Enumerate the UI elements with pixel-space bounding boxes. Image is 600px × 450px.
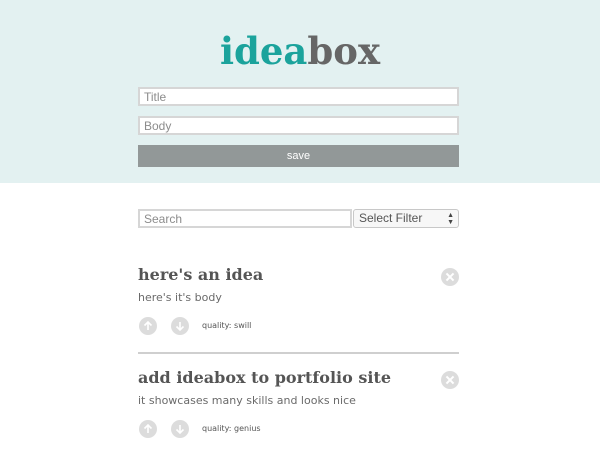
idea-body[interactable]: it showcases many skills and looks nice (138, 394, 356, 407)
select-arrows-icon: ▲ ▼ (447, 212, 454, 226)
logo-idea: idea (219, 29, 308, 73)
arrow-up-circle-icon[interactable] (139, 317, 157, 335)
logo-box: box (307, 29, 381, 73)
logo: ideabox (0, 30, 600, 72)
search-input[interactable] (138, 209, 352, 228)
close-circle-icon[interactable] (441, 371, 459, 389)
arrow-up-circle-icon[interactable] (139, 420, 157, 438)
divider (138, 352, 459, 354)
filter-select[interactable]: Select Filter ▲ ▼ (353, 209, 459, 228)
save-button[interactable]: save (138, 145, 459, 167)
idea-card: here's an idea here's it's body quality:… (138, 265, 459, 345)
filter-selected-value: Select Filter (359, 211, 423, 225)
idea-title[interactable]: add ideabox to portfolio site (138, 368, 391, 387)
idea-body[interactable]: here's it's body (138, 291, 222, 304)
close-circle-icon[interactable] (441, 268, 459, 286)
quality-label: quality: swill (202, 321, 252, 330)
quality-label: quality: genius (202, 424, 261, 433)
body-input[interactable] (138, 116, 459, 135)
arrow-down-circle-icon[interactable] (171, 420, 189, 438)
header: ideabox save (0, 0, 600, 183)
idea-card: add ideabox to portfolio site it showcas… (138, 368, 459, 448)
arrow-down-circle-icon[interactable] (171, 317, 189, 335)
title-input[interactable] (138, 87, 459, 106)
idea-title[interactable]: here's an idea (138, 265, 263, 284)
